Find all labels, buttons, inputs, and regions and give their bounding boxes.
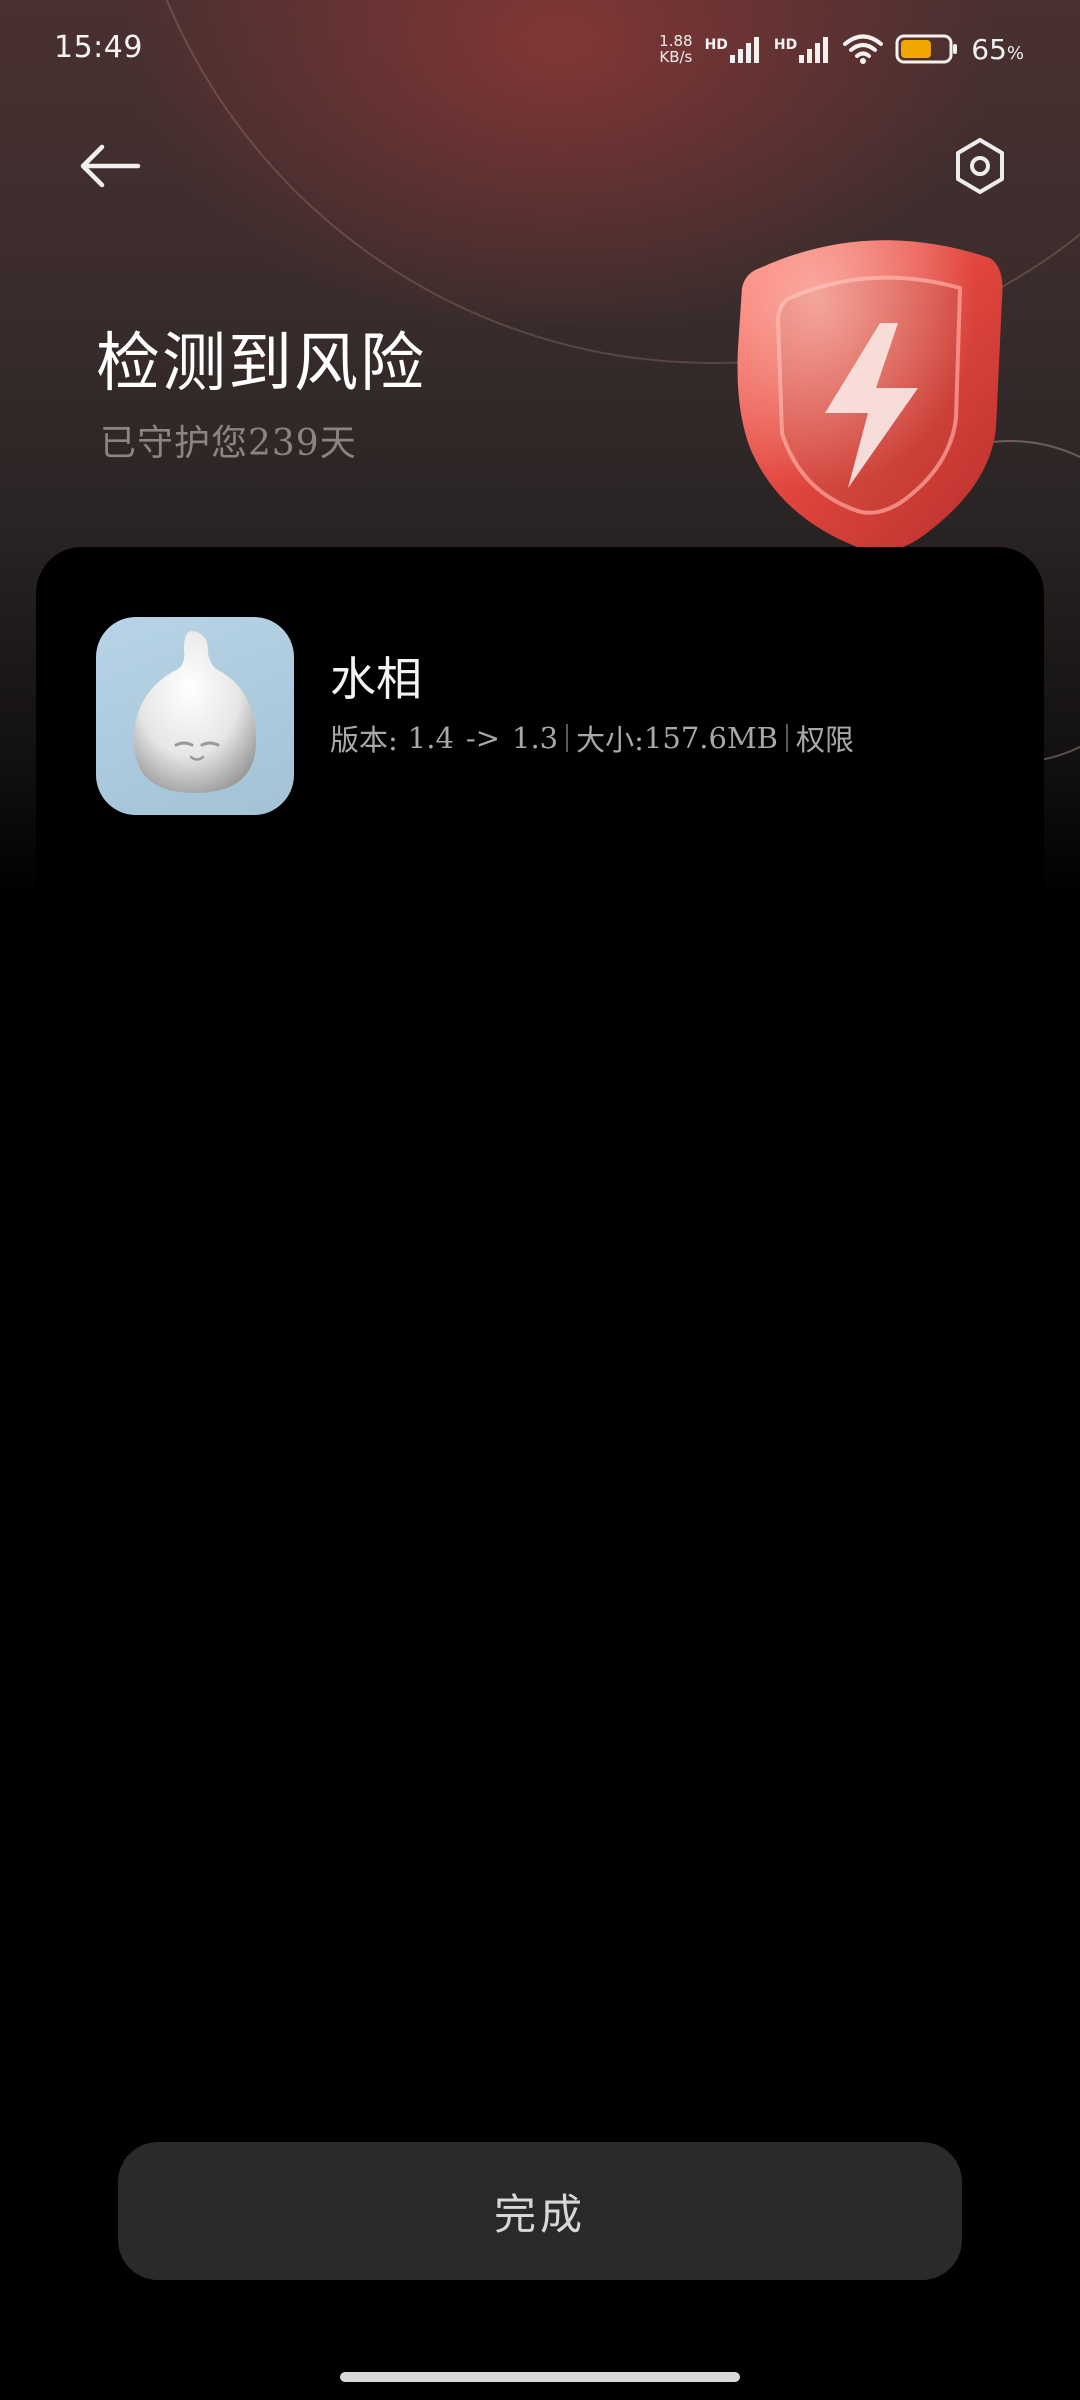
app-meta: 版本: 1.4 -> 1.3 大小: 157.6MB 权限	[330, 717, 854, 759]
app-icon-graphic	[134, 631, 256, 793]
battery-icon	[895, 34, 958, 64]
sim2-hd-label: HD	[773, 37, 798, 53]
signal-icon	[729, 37, 759, 63]
status-bar: 15:49 1.88 KB/s HD HD 65%	[0, 0, 1080, 100]
status-time: 15:49	[54, 30, 143, 65]
done-button[interactable]: 完成	[118, 2142, 962, 2280]
meta-divider	[566, 724, 569, 752]
hexagon-settings-icon	[956, 138, 1004, 194]
signal-icon	[799, 37, 829, 63]
home-indicator[interactable]	[340, 2372, 740, 2382]
battery-percent-value: 65	[971, 32, 1007, 66]
back-button[interactable]	[70, 130, 150, 202]
shield-lightning-icon	[737, 240, 1003, 552]
arrow-left-icon	[80, 144, 141, 188]
size-value: 157.6MB	[643, 721, 778, 755]
meta-divider	[785, 724, 788, 752]
settings-button[interactable]	[942, 128, 1018, 204]
water-drop-face-icon	[96, 617, 294, 815]
battery-percent-sign: %	[1006, 42, 1024, 64]
version-from: 1.4	[407, 721, 454, 755]
wifi-icon	[843, 34, 884, 64]
network-speed-unit: KB/s	[659, 48, 693, 66]
battery-percent: 65%	[971, 33, 1024, 66]
version-label: 版本:	[330, 723, 398, 757]
security-scan-result-screen: 15:49 1.88 KB/s HD HD 65% 检测到风险 已守护您239天…	[0, 0, 1080, 2400]
sim1-hd-label: HD	[704, 37, 728, 53]
protection-days: 已守护您239天	[100, 423, 357, 464]
risk-app-item[interactable]: 水相 版本: 1.4 -> 1.3 大小: 157.6MB 权限	[96, 617, 996, 817]
risk-list-card: 水相 版本: 1.4 -> 1.3 大小: 157.6MB 权限	[36, 547, 1044, 2400]
status-icons: 1.88 KB/s HD HD 65%	[659, 26, 1024, 72]
sim1-signal: HD	[705, 35, 762, 63]
network-speed-value: 1.88	[659, 32, 693, 50]
app-name: 水相	[330, 652, 422, 706]
network-speed: 1.88 KB/s	[659, 33, 692, 65]
version-arrow: ->	[465, 721, 501, 755]
permissions-link[interactable]: 权限	[796, 717, 854, 759]
version-to: 1.3	[512, 721, 559, 755]
sim2-signal: HD	[774, 35, 831, 63]
size-label: 大小:	[576, 723, 644, 757]
page-title: 检测到风险	[96, 327, 426, 401]
